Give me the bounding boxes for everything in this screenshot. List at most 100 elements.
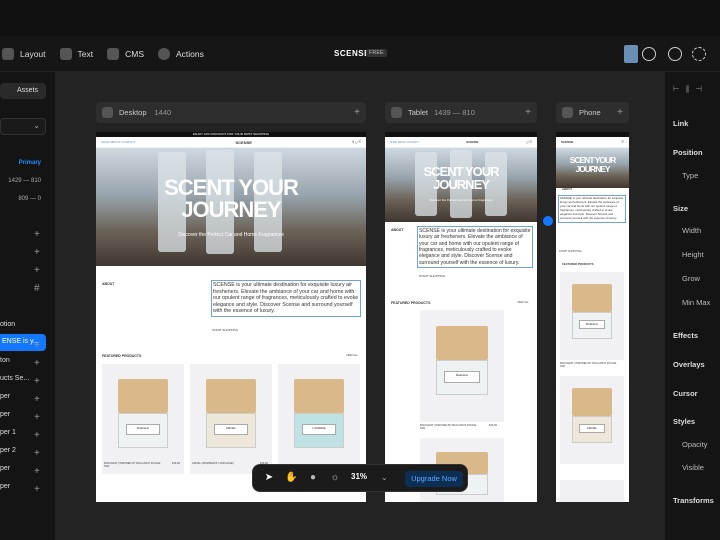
phone-frame[interactable]: SCENSE ☰ SCENT YOUR JOURNEY ABOUT SCENSE … bbox=[556, 132, 629, 502]
product-card[interactable]: Bakkarat bbox=[420, 310, 504, 422]
effects-section[interactable]: Effects bbox=[673, 331, 698, 340]
add-icon[interactable]: + bbox=[34, 448, 40, 459]
product-card[interactable]: Bakkarat bbox=[560, 272, 624, 360]
play-icon[interactable] bbox=[562, 107, 573, 118]
breakpoint-primary[interactable]: Primary bbox=[0, 160, 46, 166]
width-label: Width bbox=[682, 226, 702, 235]
nav-icons[interactable]: ◻ ☰ bbox=[526, 140, 532, 144]
play-icon[interactable] bbox=[102, 107, 113, 118]
site-logo[interactable]: SCENSE bbox=[561, 140, 573, 144]
view-all-link[interactable]: VIEW ALL bbox=[346, 354, 358, 357]
overlays-section[interactable]: Overlays bbox=[673, 360, 705, 369]
menu-icon[interactable]: ☰ bbox=[621, 140, 624, 144]
about-label: ABOUT bbox=[391, 228, 404, 232]
start-shopping-link[interactable]: START SHOPPING bbox=[559, 250, 582, 253]
history-icon[interactable] bbox=[642, 47, 656, 61]
add-icon[interactable]: + bbox=[34, 484, 40, 495]
breakpoint-phone[interactable]: 809 — 0 bbox=[0, 196, 46, 202]
product-card[interactable]: AMOEL bbox=[560, 376, 624, 464]
phone-frame-header[interactable]: Phone + bbox=[556, 102, 629, 123]
settings-icon[interactable] bbox=[692, 47, 706, 61]
product-name: AMOEL (INSPIRED BY AMOUAGE) bbox=[192, 462, 234, 465]
add-icon[interactable]: + bbox=[525, 107, 531, 118]
comment-icon[interactable]: ● bbox=[307, 472, 319, 484]
add-icon[interactable]: + bbox=[34, 247, 40, 258]
product-bottle: Bakkarat bbox=[117, 379, 169, 448]
product-card[interactable]: AMOEL AMOEL (INSPIRED BY AMOUAGE) $16.99 bbox=[190, 364, 272, 474]
selection-handle-icon[interactable] bbox=[543, 216, 553, 226]
zoom-level[interactable]: 31% bbox=[351, 472, 367, 481]
add-icon[interactable]: + bbox=[34, 229, 40, 240]
nav-icons[interactable]: ⚲ ◻ ☰ bbox=[352, 140, 361, 144]
hash-icon[interactable]: # bbox=[34, 283, 40, 294]
alignment-icons[interactable]: ⊢ ∥ ⊣ bbox=[673, 84, 704, 93]
layout-label: Layout bbox=[20, 48, 46, 59]
tablet-frame[interactable]: SHOP ABOUT CONTACT SCENSE ◻ ☰ SCENT YOUR J… bbox=[385, 132, 537, 502]
hero-title-line2: JOURNEY bbox=[433, 177, 490, 192]
actions-label: Actions bbox=[176, 48, 204, 59]
about-text[interactable]: SCENSE is your ultimate destination for … bbox=[211, 280, 361, 318]
desktop-frame[interactable]: ENJOY 10% DISCOUNT FOR YOUR FIRST SHOPPI… bbox=[96, 132, 366, 502]
user-avatar[interactable] bbox=[624, 45, 638, 63]
site-logo[interactable]: SCENSE bbox=[236, 140, 252, 145]
product-bottle: AMOEL bbox=[205, 379, 257, 448]
site-nav-links[interactable]: SHOP ABOUT CONTACT bbox=[390, 141, 419, 144]
top-background bbox=[0, 0, 720, 36]
globe-icon[interactable] bbox=[668, 47, 682, 61]
actions-icon bbox=[158, 47, 171, 60]
transforms-section[interactable]: Transforms bbox=[673, 496, 714, 505]
product-bottle: LUMIERE bbox=[293, 379, 345, 448]
product-label: AMOEL bbox=[578, 424, 606, 433]
type-label: Type bbox=[682, 171, 699, 180]
pointer-icon[interactable]: ➤ bbox=[263, 472, 275, 484]
layer-item[interactable]: otion bbox=[0, 321, 46, 328]
site-nav-links[interactable]: SHOP ABOUT CONTACT bbox=[101, 140, 136, 144]
assets-tab[interactable]: Assets bbox=[0, 83, 46, 99]
text-tool[interactable]: Text bbox=[59, 47, 94, 60]
position-section[interactable]: Position bbox=[673, 148, 703, 157]
product-card[interactable]: LUMIERE bbox=[278, 364, 360, 474]
add-icon[interactable]: + bbox=[34, 430, 40, 441]
layout-tool[interactable]: Layout bbox=[2, 47, 46, 60]
add-icon[interactable]: + bbox=[34, 466, 40, 477]
text-label: Text bbox=[77, 48, 94, 59]
add-icon[interactable]: + bbox=[354, 107, 360, 118]
site-nav: SCENSE ☰ bbox=[556, 137, 629, 148]
product-card[interactable]: Bakkarat BAKKARAT (INSPIRED BY BACCARAT … bbox=[102, 364, 184, 474]
styles-section[interactable]: Styles bbox=[673, 417, 695, 426]
add-icon[interactable]: + bbox=[34, 376, 40, 387]
chevron-down-icon[interactable]: ⌄ bbox=[381, 473, 388, 482]
size-section[interactable]: Size bbox=[673, 204, 688, 213]
theme-icon[interactable]: ☼ bbox=[329, 472, 341, 484]
tablet-frame-header[interactable]: Tablet 1439 — 810 + bbox=[385, 102, 537, 123]
opacity-label: Opacity bbox=[682, 440, 708, 449]
about-text[interactable]: SCENSE is your ultimate destination for … bbox=[417, 226, 533, 269]
add-icon[interactable]: + bbox=[34, 340, 40, 351]
site-logo[interactable]: SCENSE bbox=[466, 140, 478, 144]
start-shopping-link[interactable]: START SHOPPING bbox=[212, 328, 238, 332]
play-icon[interactable] bbox=[391, 107, 402, 118]
upgrade-button[interactable]: Upgrade Now bbox=[405, 471, 463, 487]
product-card[interactable] bbox=[560, 480, 624, 502]
tablet-size: 1439 — 810 bbox=[434, 108, 475, 117]
project-title[interactable]: SCENSE bbox=[334, 49, 370, 58]
add-icon[interactable]: + bbox=[34, 394, 40, 405]
cms-tool[interactable]: CMS bbox=[107, 47, 144, 60]
add-icon[interactable]: + bbox=[34, 265, 40, 276]
link-section[interactable]: Link bbox=[673, 119, 688, 128]
add-icon[interactable]: + bbox=[34, 358, 40, 369]
view-all-link[interactable]: VIEW ALL bbox=[517, 301, 529, 304]
featured-label: FEATURED PRODUCTS bbox=[391, 301, 431, 305]
bottom-toolbar: ➤ ✋ ● ☼ 31% ⌄ Upgrade Now bbox=[252, 464, 468, 492]
cursor-section[interactable]: Cursor bbox=[673, 389, 698, 398]
add-icon[interactable]: + bbox=[617, 107, 623, 118]
hero-title-line2: JOURNEY bbox=[575, 164, 610, 174]
add-icon[interactable]: + bbox=[34, 412, 40, 423]
start-shopping-link[interactable]: START SHOPPING bbox=[419, 274, 445, 278]
actions-tool[interactable]: Actions bbox=[158, 47, 204, 60]
page-select[interactable]: ⌄ bbox=[0, 118, 46, 135]
about-text[interactable]: SCENSE is your ultimate destination for … bbox=[558, 195, 626, 223]
desktop-frame-header[interactable]: Desktop 1440 + bbox=[96, 102, 366, 123]
breakpoint-tablet[interactable]: 1429 — 810 bbox=[0, 178, 46, 184]
hand-icon[interactable]: ✋ bbox=[285, 472, 297, 484]
